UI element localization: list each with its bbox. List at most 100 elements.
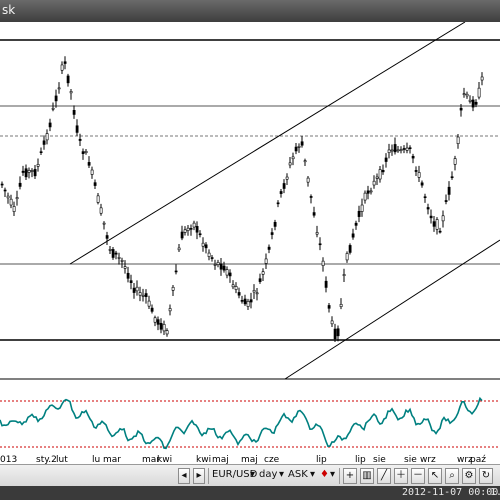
candle-body (234, 286, 238, 290)
candle-body (150, 307, 154, 312)
status-value: 1. (490, 487, 500, 498)
candle-body (165, 330, 169, 335)
candle-body (126, 272, 130, 279)
candle-body (159, 322, 163, 330)
scroll-left-icon[interactable]: ◂ (178, 468, 190, 484)
candle-body (288, 162, 292, 166)
bar-chart-icon[interactable]: ▥ (360, 468, 374, 484)
candle-body (18, 182, 22, 187)
candle-body (366, 190, 370, 194)
candle-body (423, 196, 427, 199)
candle-body (114, 252, 118, 255)
candle-body (450, 176, 454, 179)
x-label: kwi (196, 455, 211, 464)
candle-body (237, 292, 241, 296)
candle-body (369, 190, 373, 193)
add-chart-icon[interactable]: + (343, 468, 357, 484)
candle-body (42, 140, 46, 145)
candle-body (435, 219, 439, 230)
candle-body (318, 243, 322, 246)
candle-body (153, 317, 157, 323)
zoom-in-icon[interactable]: ＋ (394, 468, 408, 484)
price-type-selector[interactable]: ASK (288, 469, 308, 480)
candle-body (384, 157, 388, 162)
candle-body (144, 293, 148, 297)
candle-body (66, 75, 70, 84)
candle-body (177, 247, 181, 251)
candle-body (219, 263, 223, 270)
candle-body (39, 151, 43, 153)
candle-body (81, 151, 85, 154)
candle-body (33, 169, 37, 177)
candle-body (69, 91, 73, 94)
candle-body (117, 257, 121, 259)
candle-body (309, 196, 313, 198)
price-type-dropdown-icon[interactable]: ▾ (310, 469, 315, 480)
cursor-icon[interactable]: ↖ (428, 468, 442, 484)
chart-canvas[interactable]: 013 sty.2 lut lu mar mar kwi kwi maj maj… (0, 21, 500, 465)
candle-body (378, 169, 382, 180)
zoom-out-icon[interactable]: － (411, 468, 425, 484)
candle-body (261, 271, 265, 275)
candle-body (270, 232, 274, 235)
candle-body (90, 169, 94, 175)
candle-body (363, 192, 367, 201)
candle-body (387, 149, 391, 153)
candle-body (477, 87, 481, 98)
candle-body (48, 122, 52, 128)
line-chart-icon[interactable]: ╱ (377, 468, 391, 484)
indicator-icon[interactable]: ♦ (320, 469, 329, 480)
candle-body (195, 226, 199, 233)
candle-body (399, 149, 403, 151)
candle-body (213, 264, 217, 266)
status-bar: 2012-11-07 00:00:00 1. (0, 486, 500, 500)
x-label: maj (212, 455, 229, 464)
candle-body (231, 284, 235, 288)
candle-body (327, 305, 331, 309)
candle-body (336, 328, 340, 337)
candle-body (204, 244, 208, 249)
x-label: lip (355, 455, 366, 464)
candle-body (330, 320, 334, 325)
magnifier-icon[interactable]: ⌕ (445, 468, 459, 484)
candle-body (15, 197, 19, 200)
price-candles (0, 56, 484, 343)
indicator-dropdown-icon[interactable]: ▾ (330, 469, 335, 480)
candle-body (432, 221, 436, 227)
candle-body (9, 198, 13, 206)
candle-body (87, 162, 91, 166)
candle-body (132, 287, 136, 293)
chart-area[interactable]: 013 sty.2 lut lu mar mar kwi kwi maj maj… (0, 21, 500, 465)
x-label: lip (316, 455, 327, 464)
candle-body (321, 260, 325, 266)
refresh-icon[interactable]: ↻ (479, 468, 493, 484)
candle-body (120, 260, 124, 262)
x-label: kwi (157, 455, 172, 464)
candle-body (414, 170, 418, 172)
candle-body (465, 93, 469, 97)
candle-body (255, 292, 259, 295)
x-label: paź (470, 455, 486, 464)
separator (208, 468, 209, 484)
x-label: lu (92, 455, 100, 464)
period-selector[interactable]: day (259, 469, 277, 480)
scroll-right-icon[interactable]: ▸ (193, 468, 205, 484)
candle-body (36, 164, 40, 167)
candle-body (300, 141, 304, 146)
period-dropdown-icon[interactable]: ▾ (279, 469, 284, 480)
x-label: mar (103, 455, 121, 464)
candle-body (291, 156, 295, 160)
candle-body (447, 186, 451, 195)
candle-body (474, 101, 478, 105)
candle-body (345, 253, 349, 261)
candle-body (222, 265, 226, 271)
candle-body (207, 252, 211, 257)
symbol-dropdown-icon[interactable]: ▾ (250, 469, 255, 480)
candle-body (105, 235, 109, 239)
candle-body (99, 207, 103, 214)
settings-icon[interactable]: ⚙ (462, 468, 476, 484)
candle-body (393, 144, 397, 153)
x-label: sty.2 (36, 455, 57, 464)
candle-body (57, 87, 61, 90)
candle-body (12, 206, 16, 212)
